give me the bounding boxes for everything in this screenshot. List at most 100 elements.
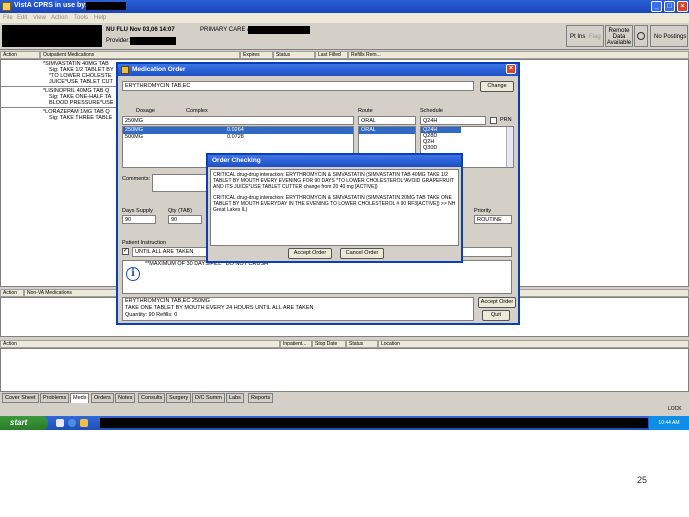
dialog-title: Medication Order [132, 66, 186, 73]
col-expires[interactable]: Expires [240, 51, 273, 59]
tab-meds[interactable]: Meds [70, 393, 90, 403]
prn-checkbox[interactable] [490, 117, 497, 124]
clock-icon [637, 32, 645, 40]
col-inpatient[interactable]: Inpatient... [280, 340, 312, 348]
redacted-team [248, 26, 310, 34]
accept-order-button[interactable]: Accept Order [478, 297, 516, 308]
dialog-close-button[interactable]: × [506, 64, 516, 74]
row-divider [1, 107, 121, 108]
schedule-input[interactable]: Q24H [420, 116, 486, 125]
days-supply-label: Days Supply [122, 208, 153, 214]
system-tray-clock: 10:44 AM [649, 416, 689, 430]
dosage-cost: 0.0728 [227, 134, 244, 140]
col-inpatient-action[interactable]: Action [0, 340, 280, 348]
route-option[interactable]: ORAL [359, 127, 415, 134]
tab-consults[interactable]: Consults [138, 393, 166, 403]
postings-button[interactable]: No Postings [650, 25, 688, 47]
menu-action[interactable]: Action [51, 15, 68, 21]
minimize-button[interactable]: _ [651, 1, 662, 12]
priority-select[interactable]: ROUTINE [474, 215, 512, 224]
qty-input[interactable]: 90 [168, 215, 202, 224]
remote-data-label: Remote Data Available [606, 28, 632, 46]
app-icon [2, 2, 11, 11]
tab-dosage[interactable]: Dosage [136, 108, 155, 114]
tab-complex[interactable]: Complex [186, 108, 208, 114]
oc-accept-order-button[interactable]: Accept Order [288, 248, 332, 259]
col-refills-rem[interactable]: Refills Rem... [348, 51, 689, 59]
med-line[interactable]: JUICE*USE TABLET CUT [49, 79, 113, 85]
patient-instruction-checkbox[interactable]: ✓ [122, 248, 129, 255]
menu-edit[interactable]: Edit [17, 15, 27, 21]
quicklaunch-icon[interactable] [68, 419, 76, 427]
tab-surgery[interactable]: Surgery [166, 393, 192, 403]
col-outpatient-medications[interactable]: Outpatient Medications [40, 51, 240, 59]
redacted-user [86, 2, 126, 10]
dosage-row[interactable]: 500MG 0.0728 [123, 134, 353, 141]
tab-reports[interactable]: Reports [248, 393, 274, 403]
tab-labs[interactable]: Labs [226, 393, 244, 403]
cprs-screen: VistA CPRS in use by: _ □ × File Edit Vi… [0, 0, 689, 430]
close-button[interactable]: × [677, 1, 688, 12]
lock-indicator: LOCK [668, 406, 682, 412]
redacted-patient [2, 25, 102, 47]
quit-button[interactable]: Quit [482, 310, 510, 321]
dosage-input[interactable]: 250MG [122, 116, 354, 125]
col-action[interactable]: Action [0, 51, 40, 59]
row-divider [1, 86, 121, 87]
med-line[interactable]: Sig: TAKE THREE TABLE [49, 115, 112, 121]
tab-cover-sheet[interactable]: Cover Sheet [2, 393, 39, 403]
start-button[interactable]: start [0, 416, 48, 430]
change-button[interactable]: Change [480, 81, 514, 92]
route-input[interactable]: ORAL [358, 116, 416, 125]
remote-data-button[interactable]: Remote Data Available [605, 25, 633, 47]
order-checking-messages: CRITICAL drug-drug interaction: ERYTHROM… [210, 169, 459, 246]
menu-bar: File Edit View Action Tools Help [0, 13, 689, 23]
dosage-row[interactable]: 250MG 0.0264 [123, 127, 353, 134]
clock-icon-button[interactable] [634, 25, 648, 47]
dialog-icon [121, 66, 129, 74]
col-inpatient-status[interactable]: Status [346, 340, 378, 348]
quicklaunch-icon[interactable] [56, 419, 64, 427]
page-number: 25 [637, 475, 648, 485]
days-supply-input[interactable]: 90 [122, 215, 156, 224]
location-text: NU FLU Nov 03,06 14:07 [106, 27, 175, 33]
dosage-value: 500MG [125, 134, 144, 140]
med-line[interactable]: BLOOD PRESSURE*USE [49, 100, 114, 106]
maximize-button[interactable]: □ [664, 1, 675, 12]
tab-dc-summ[interactable]: D/C Summ [192, 393, 225, 403]
tab-problems[interactable]: Problems [40, 393, 70, 403]
inpatient-list[interactable] [0, 348, 689, 392]
patient-header: NU FLU Nov 03,06 14:07 Provider: PRIMARY… [0, 24, 689, 50]
schedule-option[interactable]: Q30D [421, 145, 513, 151]
col-nonva-action[interactable]: Action [0, 289, 24, 297]
order-checking-dialog: Order Checking CRITICAL drug-drug intera… [206, 153, 463, 263]
tab-orders[interactable]: Orders [91, 393, 114, 403]
menu-file[interactable]: File [3, 15, 13, 21]
dialog-titlebar: Medication Order × [118, 64, 518, 76]
col-location[interactable]: Location [378, 340, 689, 348]
interaction-message: CRITICAL drug-drug interaction: ERYTHROM… [213, 172, 454, 190]
window-titlebar: VistA CPRS in use by: _ □ × [0, 0, 689, 13]
provider-label: Provider: [106, 38, 131, 44]
tab-notes[interactable]: Notes [115, 393, 136, 403]
menu-help[interactable]: Help [94, 15, 106, 21]
menu-view[interactable]: View [33, 15, 46, 21]
summary-line: TAKE ONE TABLET BY MOUTH EVERY 24 HOURS … [125, 305, 314, 311]
comments-field[interactable] [152, 174, 208, 192]
redacted-taskbar [100, 418, 648, 428]
info-icon: i [126, 267, 140, 281]
col-last-filled[interactable]: Last Filled [315, 51, 348, 59]
quicklaunch-icon[interactable] [80, 419, 88, 427]
drug-field[interactable]: ERYTHROMYCIN TAB,EC [122, 81, 474, 91]
schedule-scrollbar[interactable] [506, 127, 513, 167]
col-status[interactable]: Status [273, 51, 315, 59]
oc-cancel-order-button[interactable]: Cancel Order [340, 248, 384, 259]
menu-tools[interactable]: Tools [74, 15, 88, 21]
pt-ins-button[interactable]: Pt Ins Flag [566, 25, 604, 47]
summary-line: Quantity: 90 Refills: 0 [125, 312, 178, 318]
priority-label: Priority [474, 208, 492, 214]
col-stop-date[interactable]: Stop Date [312, 340, 346, 348]
qty-label: Qty (TAB) [168, 208, 193, 214]
order-summary: ERYTHROMYCIN TAB,EC 250MG TAKE ONE TABLE… [122, 297, 474, 321]
team-text[interactable]: PRIMARY CARE / [200, 27, 249, 33]
